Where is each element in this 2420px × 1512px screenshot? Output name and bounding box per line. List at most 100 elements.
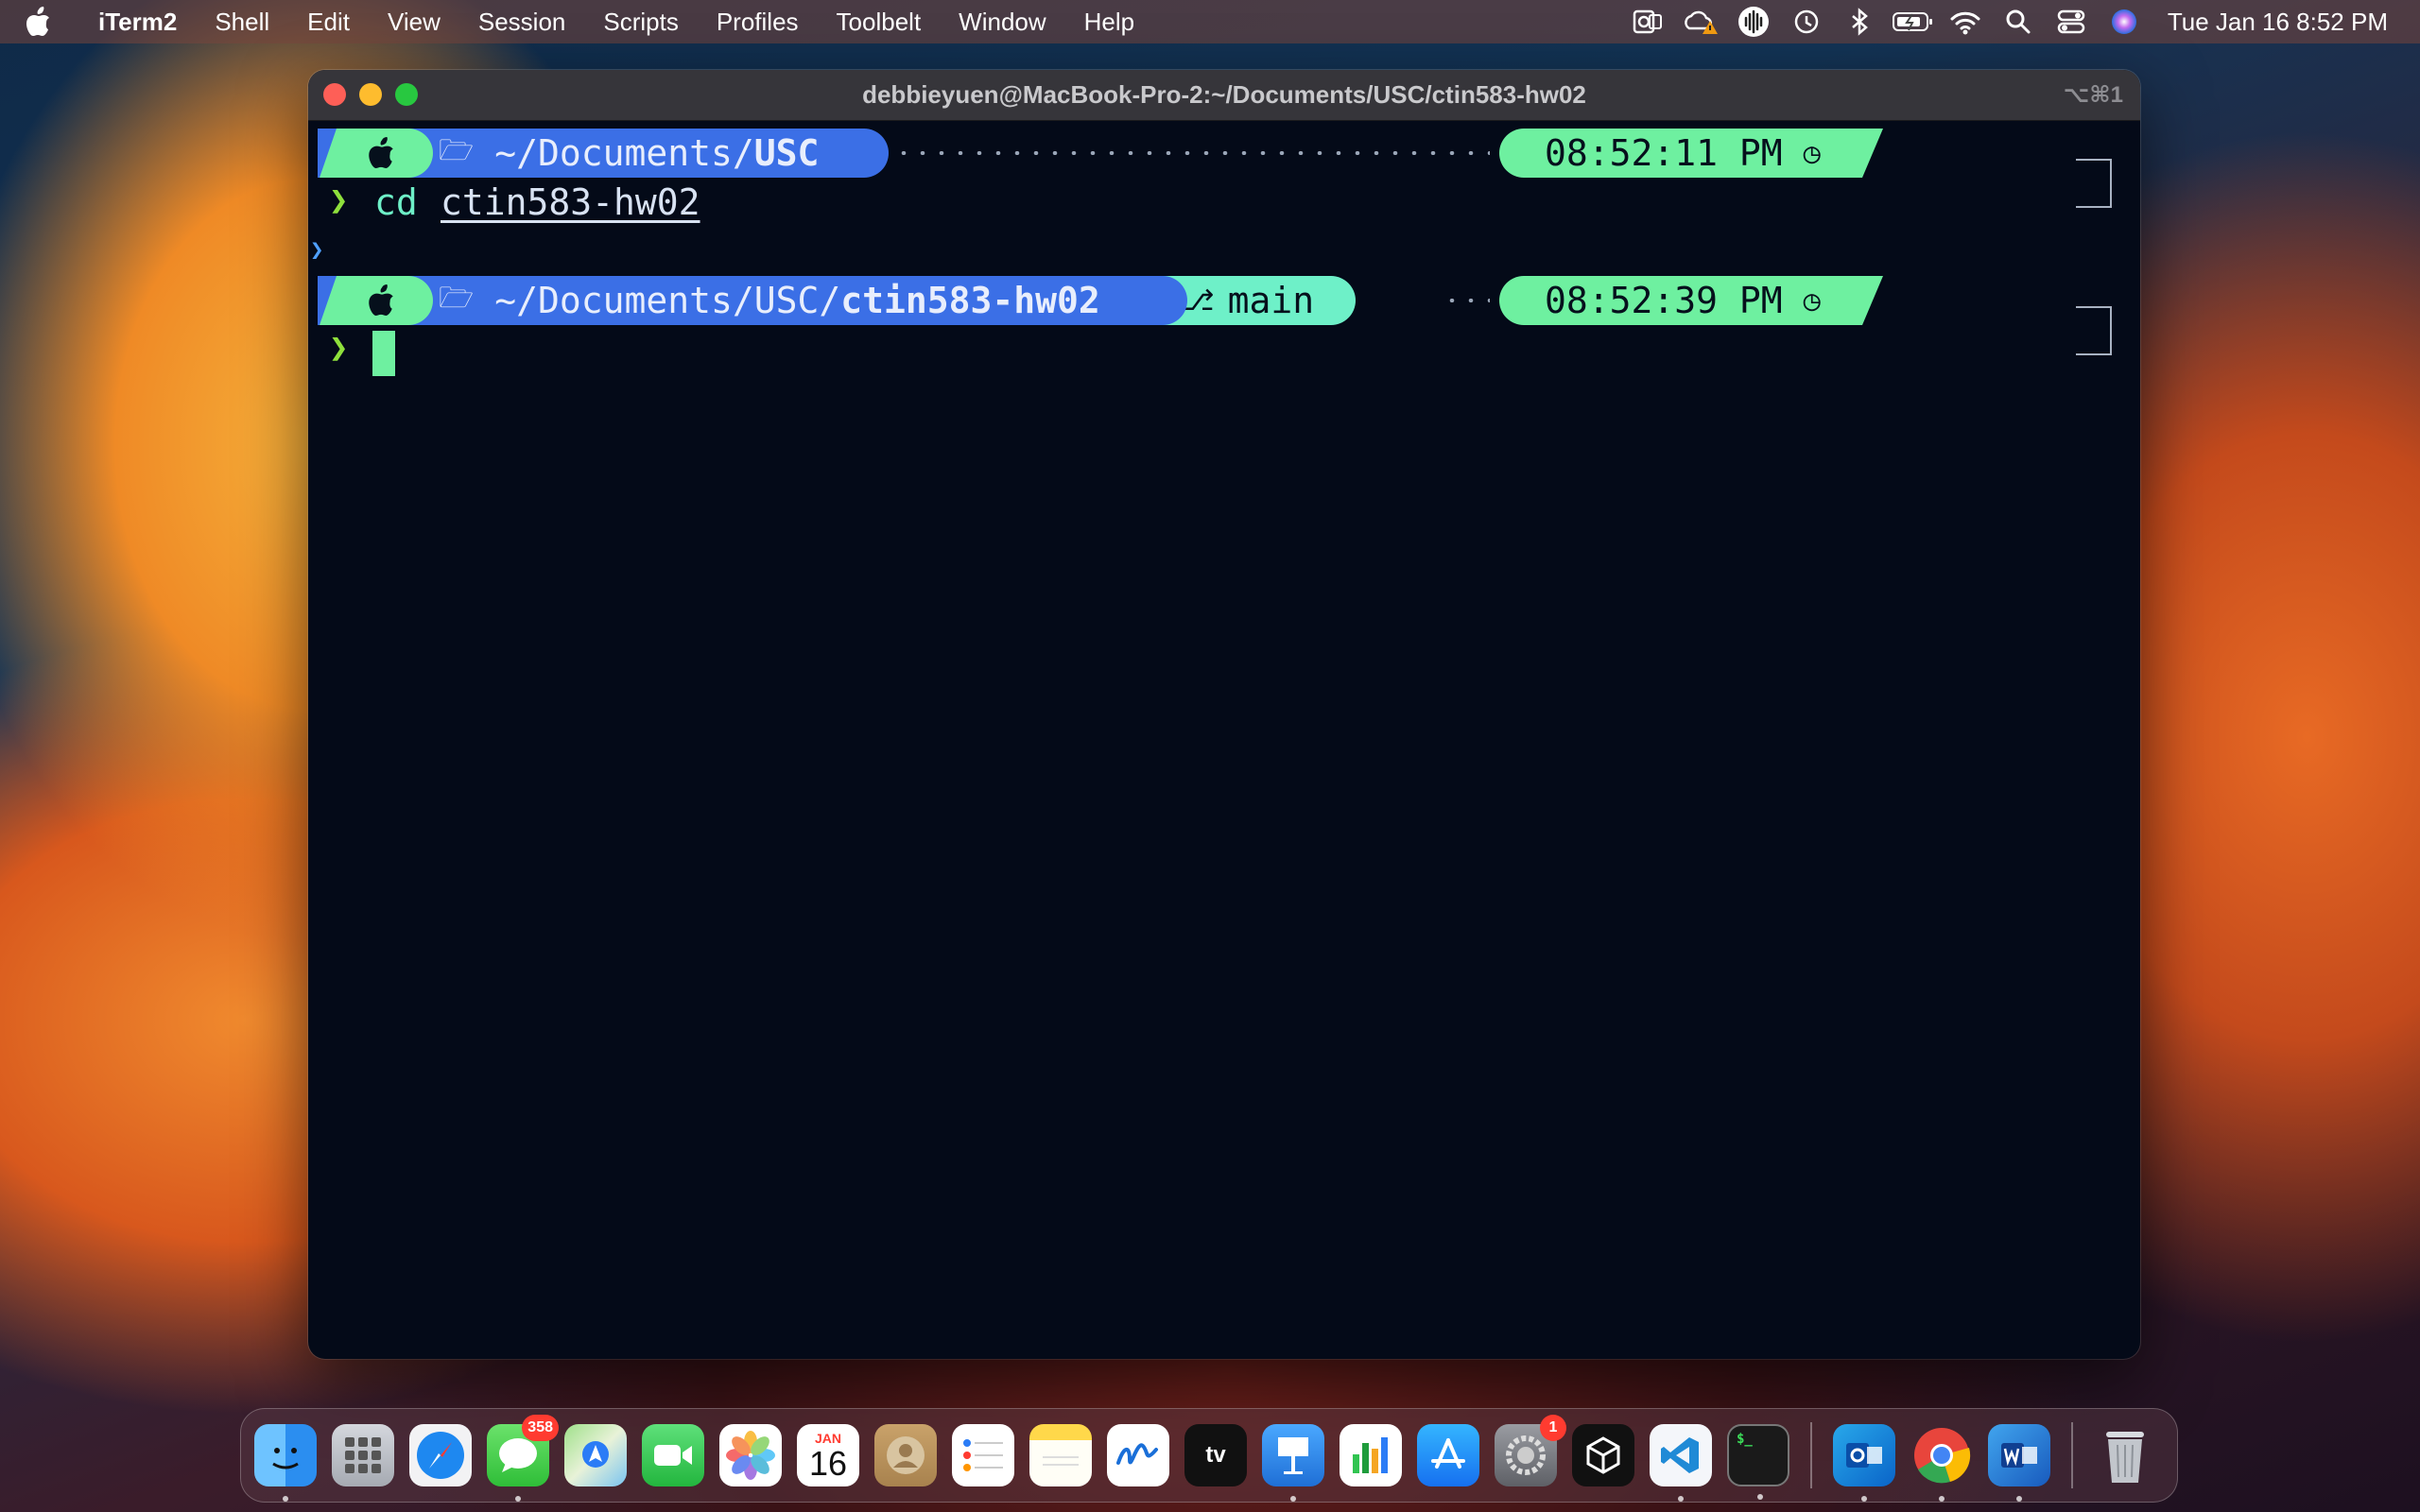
terminal-area[interactable]: 🗁 ~/Documents/USC 08:52:11 PM ◷ ❯ cd cti… bbox=[308, 121, 2140, 1359]
menu-bar: iTerm2 Shell Edit View Session Scripts P… bbox=[0, 0, 2420, 43]
path-segment-2: 🗁 ~/Documents/USC/ctin583-hw02 bbox=[318, 276, 1187, 325]
input-line[interactable]: ❯ bbox=[318, 325, 2123, 376]
system-settings-icon[interactable]: 1 bbox=[1495, 1415, 1566, 1486]
path-prefix-1: ~/Documents/ bbox=[494, 132, 754, 174]
command-line: ❯ cd ctin583-hw02 bbox=[318, 178, 2123, 227]
freeform-icon[interactable] bbox=[1107, 1424, 1169, 1486]
os-segment-1 bbox=[320, 129, 433, 178]
calendar-icon[interactable]: JAN 16 bbox=[797, 1424, 859, 1486]
iterm-glyph-icon: $_ bbox=[1737, 1432, 1753, 1447]
outlook-app-icon[interactable] bbox=[1833, 1424, 1895, 1502]
prompt-filler-dots-1 bbox=[894, 151, 1490, 155]
numbers-icon[interactable] bbox=[1340, 1424, 1402, 1486]
trash-icon[interactable] bbox=[2094, 1424, 2156, 1486]
prompt-chevron-current: ❯ bbox=[329, 329, 349, 367]
audio-icon[interactable] bbox=[1727, 0, 1780, 43]
clock-icon: ◷ bbox=[1803, 136, 1821, 170]
running-indicator bbox=[1861, 1496, 1867, 1502]
prompt-line-2: ⎇ main 🗁 ~/Documents/USC/ctin583-hw02 08… bbox=[318, 276, 2123, 355]
battery-icon[interactable] bbox=[1886, 0, 1939, 43]
menu-scripts[interactable]: Scripts bbox=[603, 8, 678, 37]
contacts-icon[interactable] bbox=[874, 1424, 937, 1486]
launchpad-icon[interactable] bbox=[332, 1424, 394, 1486]
facetime-icon[interactable] bbox=[642, 1424, 704, 1486]
creative-cloud-icon[interactable] bbox=[1674, 0, 1727, 43]
transient-marker: ❯ bbox=[310, 236, 324, 263]
finder-icon[interactable] bbox=[254, 1424, 317, 1502]
running-indicator bbox=[1290, 1496, 1296, 1502]
messages-badge: 358 bbox=[522, 1415, 559, 1441]
reminders-icon[interactable] bbox=[952, 1424, 1014, 1486]
path-current-1: USC bbox=[753, 132, 820, 174]
text-cursor bbox=[372, 331, 395, 376]
chrome-icon[interactable] bbox=[1910, 1424, 1973, 1502]
dock-separator bbox=[1810, 1422, 1812, 1488]
apple-logo-icon bbox=[369, 137, 393, 168]
zoom-button[interactable] bbox=[395, 83, 418, 106]
vscode-icon[interactable] bbox=[1650, 1424, 1712, 1502]
wifi-icon[interactable] bbox=[1939, 0, 1992, 43]
calendar-day: 16 bbox=[808, 1444, 848, 1483]
control-center-icon[interactable] bbox=[2045, 0, 2098, 43]
window-title: debbieyuen@MacBook-Pro-2:~/Documents/USC… bbox=[862, 80, 1586, 109]
status-area: Tue Jan 16 8:52 PM bbox=[1621, 0, 2388, 43]
notes-icon[interactable] bbox=[1029, 1424, 1092, 1486]
prompt-filler-dots-2 bbox=[1443, 299, 1490, 302]
dock-separator bbox=[2071, 1422, 2073, 1488]
menu-shell[interactable]: Shell bbox=[215, 8, 269, 37]
running-indicator bbox=[1757, 1494, 1763, 1500]
folder-icon: 🗁 bbox=[439, 133, 475, 167]
apple-logo-icon-2 bbox=[369, 284, 393, 316]
iterm-window: debbieyuen@MacBook-Pro-2:~/Documents/USC… bbox=[308, 70, 2140, 1359]
running-indicator bbox=[1678, 1496, 1684, 1502]
command-name: cd bbox=[374, 181, 418, 223]
time-machine-icon[interactable] bbox=[1780, 0, 1833, 43]
menu-view[interactable]: View bbox=[388, 8, 441, 37]
menu-edit[interactable]: Edit bbox=[307, 8, 350, 37]
prompt-time-1: 08:52:11 PM bbox=[1545, 132, 1783, 174]
prompt-line-1: 🗁 ~/Documents/USC 08:52:11 PM ◷ bbox=[318, 129, 2123, 208]
menu-toolbelt[interactable]: Toolbelt bbox=[837, 8, 922, 37]
path-current-2: ctin583-hw02 bbox=[840, 280, 1100, 321]
messages-icon[interactable]: 358 bbox=[487, 1415, 559, 1502]
running-indicator bbox=[2016, 1496, 2022, 1502]
spotlight-icon[interactable] bbox=[1992, 0, 2045, 43]
prompt-chevron: ❯ bbox=[329, 181, 349, 219]
iterm2-icon[interactable]: $_ bbox=[1727, 1424, 1789, 1500]
menu-session[interactable]: Session bbox=[478, 8, 566, 37]
apple-tv-icon[interactable]: tv bbox=[1184, 1424, 1247, 1486]
minimize-button[interactable] bbox=[359, 83, 382, 106]
system-settings-badge: 1 bbox=[1540, 1415, 1566, 1441]
time-segment-2: 08:52:39 PM ◷ bbox=[1499, 276, 1883, 325]
keynote-icon[interactable] bbox=[1262, 1424, 1324, 1502]
photos-icon[interactable] bbox=[719, 1424, 782, 1486]
menu-window[interactable]: Window bbox=[959, 8, 1046, 37]
window-shortcut: ⌥⌘1 bbox=[2063, 82, 2123, 108]
siri-icon[interactable] bbox=[2098, 0, 2151, 43]
safari-icon[interactable] bbox=[409, 1424, 472, 1486]
close-button[interactable] bbox=[323, 83, 346, 106]
command-argument: ctin583-hw02 bbox=[441, 181, 700, 223]
apple-menu-icon[interactable] bbox=[25, 7, 78, 37]
running-indicator bbox=[1939, 1496, 1945, 1502]
time-segment-1: 08:52:11 PM ◷ bbox=[1499, 129, 1883, 178]
prompt-time-2: 08:52:39 PM bbox=[1545, 280, 1783, 321]
menubar-clock[interactable]: Tue Jan 16 8:52 PM bbox=[2168, 8, 2388, 37]
clock-icon-2: ◷ bbox=[1803, 284, 1821, 318]
app-store-icon[interactable] bbox=[1417, 1424, 1479, 1486]
maps-icon[interactable] bbox=[564, 1424, 627, 1486]
unity-icon[interactable] bbox=[1572, 1424, 1634, 1486]
bluetooth-icon[interactable] bbox=[1833, 0, 1886, 43]
window-titlebar[interactable]: debbieyuen@MacBook-Pro-2:~/Documents/USC… bbox=[308, 70, 2140, 121]
word-icon[interactable] bbox=[1988, 1424, 2050, 1502]
outlook-icon[interactable] bbox=[1621, 0, 1674, 43]
git-branch-name: main bbox=[1227, 280, 1315, 321]
folder-icon-2: 🗁 bbox=[439, 281, 475, 315]
dock: 358 JAN 16 tv 1 $_ bbox=[240, 1408, 2178, 1503]
menu-help[interactable]: Help bbox=[1084, 8, 1134, 37]
menu-profiles[interactable]: Profiles bbox=[717, 8, 799, 37]
path-prefix-2: ~/Documents/USC/ bbox=[494, 280, 841, 321]
running-indicator bbox=[283, 1496, 288, 1502]
menu-app-name[interactable]: iTerm2 bbox=[98, 8, 177, 37]
running-indicator bbox=[515, 1496, 521, 1502]
